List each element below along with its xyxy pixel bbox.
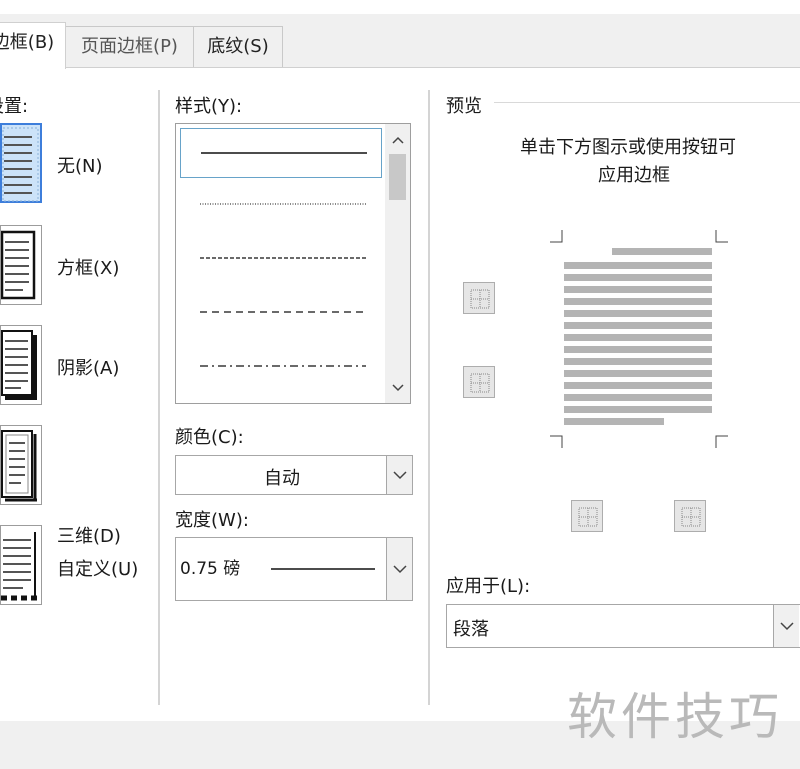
tab-borders-label: 边框(B) [0, 32, 55, 53]
color-title: 颜色(C): [175, 427, 244, 448]
top-border-icon [470, 289, 490, 309]
style-line-dotted [200, 203, 366, 205]
style-line-dash-dot [200, 365, 366, 367]
setting-3d-thumb[interactable] [0, 425, 42, 505]
setting-shadow-thumb[interactable] [0, 325, 42, 405]
setting-box-label[interactable]: 方框(X) [57, 254, 119, 280]
style-title: 样式(Y): [175, 96, 243, 117]
borders-panel: 设置: 无(N) 方框(X) [0, 67, 800, 722]
preview-hint-line1: 单击下方图示或使用按钮可 [520, 137, 736, 158]
scroll-thumb[interactable] [389, 154, 406, 200]
apply-to-dropdown-button[interactable] [773, 605, 799, 647]
width-dropdown[interactable]: 0.75 磅 [175, 537, 413, 601]
setting-custom-icon [1, 532, 37, 601]
preview-title: 预览 [446, 96, 482, 117]
width-title: 宽度(W): [175, 510, 249, 531]
scroll-up-icon[interactable] [385, 128, 410, 152]
tab-borders[interactable]: 边框(B) [0, 22, 66, 69]
bottom-border-button[interactable] [463, 366, 495, 398]
setting-box-icon [1, 230, 36, 300]
width-line-sample [271, 568, 375, 570]
color-dropdown-button[interactable] [386, 456, 412, 494]
setting-box-thumb[interactable] [0, 225, 42, 305]
bottom-border-icon [470, 373, 490, 393]
left-border-icon [578, 507, 598, 527]
style-line-dashed-large [200, 311, 366, 313]
style-item-dotted[interactable] [180, 180, 382, 230]
chevron-down-icon [780, 622, 794, 631]
watermark-text: 软件技巧 [567, 688, 783, 746]
style-item-dashed-large[interactable] [180, 288, 382, 338]
chevron-down-icon [393, 471, 407, 480]
setting-custom-thumb[interactable] [0, 525, 42, 605]
scroll-down-icon[interactable] [385, 376, 410, 400]
tab-page-border-label: 页面边框(P) [81, 36, 178, 57]
style-item-dash-dot[interactable] [180, 342, 382, 392]
style-list-scrollbar[interactable] [385, 124, 410, 403]
setting-title: 设置: [0, 96, 29, 117]
chevron-down-icon [393, 565, 407, 574]
style-list[interactable] [175, 123, 411, 404]
apply-to-value: 段落 [453, 619, 489, 640]
setting-none-label[interactable]: 无(N) [57, 152, 103, 178]
tab-page-border[interactable]: 页面边框(P) [65, 26, 194, 68]
preview-page[interactable] [540, 226, 740, 466]
preview-hint-line2: 应用边框 [598, 165, 670, 186]
style-item-solid[interactable] [180, 128, 382, 178]
apply-to-dropdown[interactable]: 段落 [446, 604, 800, 648]
width-dropdown-button[interactable] [386, 538, 412, 600]
setting-3d-label[interactable]: 三维(D) [57, 522, 121, 548]
right-border-icon [681, 507, 701, 527]
tab-bar: 边框(B) 页面边框(P) 底纹(S) [0, 14, 800, 69]
window-top-strip [0, 0, 800, 14]
setting-custom-label[interactable]: 自定义(U) [57, 555, 138, 581]
color-dropdown[interactable]: 自动 [175, 455, 413, 495]
setting-shadow-label[interactable]: 阴影(A) [57, 354, 119, 380]
apply-to-title: 应用于(L): [446, 576, 531, 597]
preview-group-line [494, 102, 800, 103]
width-value: 0.75 磅 [180, 559, 241, 579]
setting-shadow-icon [1, 330, 37, 400]
setting-none-icon [2, 127, 39, 202]
color-value: 自动 [264, 468, 300, 489]
divider-left [158, 90, 160, 705]
setting-3d-icon [1, 430, 37, 502]
right-border-button[interactable] [674, 500, 706, 532]
left-border-button[interactable] [571, 500, 603, 532]
divider-middle [428, 90, 430, 705]
tab-shading-label: 底纹(S) [207, 36, 269, 57]
style-line-dashed-small [200, 257, 366, 259]
style-line-solid [201, 152, 367, 154]
tab-shading[interactable]: 底纹(S) [193, 26, 283, 68]
setting-none-thumb[interactable] [0, 123, 42, 203]
top-border-button[interactable] [463, 282, 495, 314]
style-item-dashed-small[interactable] [180, 234, 382, 284]
